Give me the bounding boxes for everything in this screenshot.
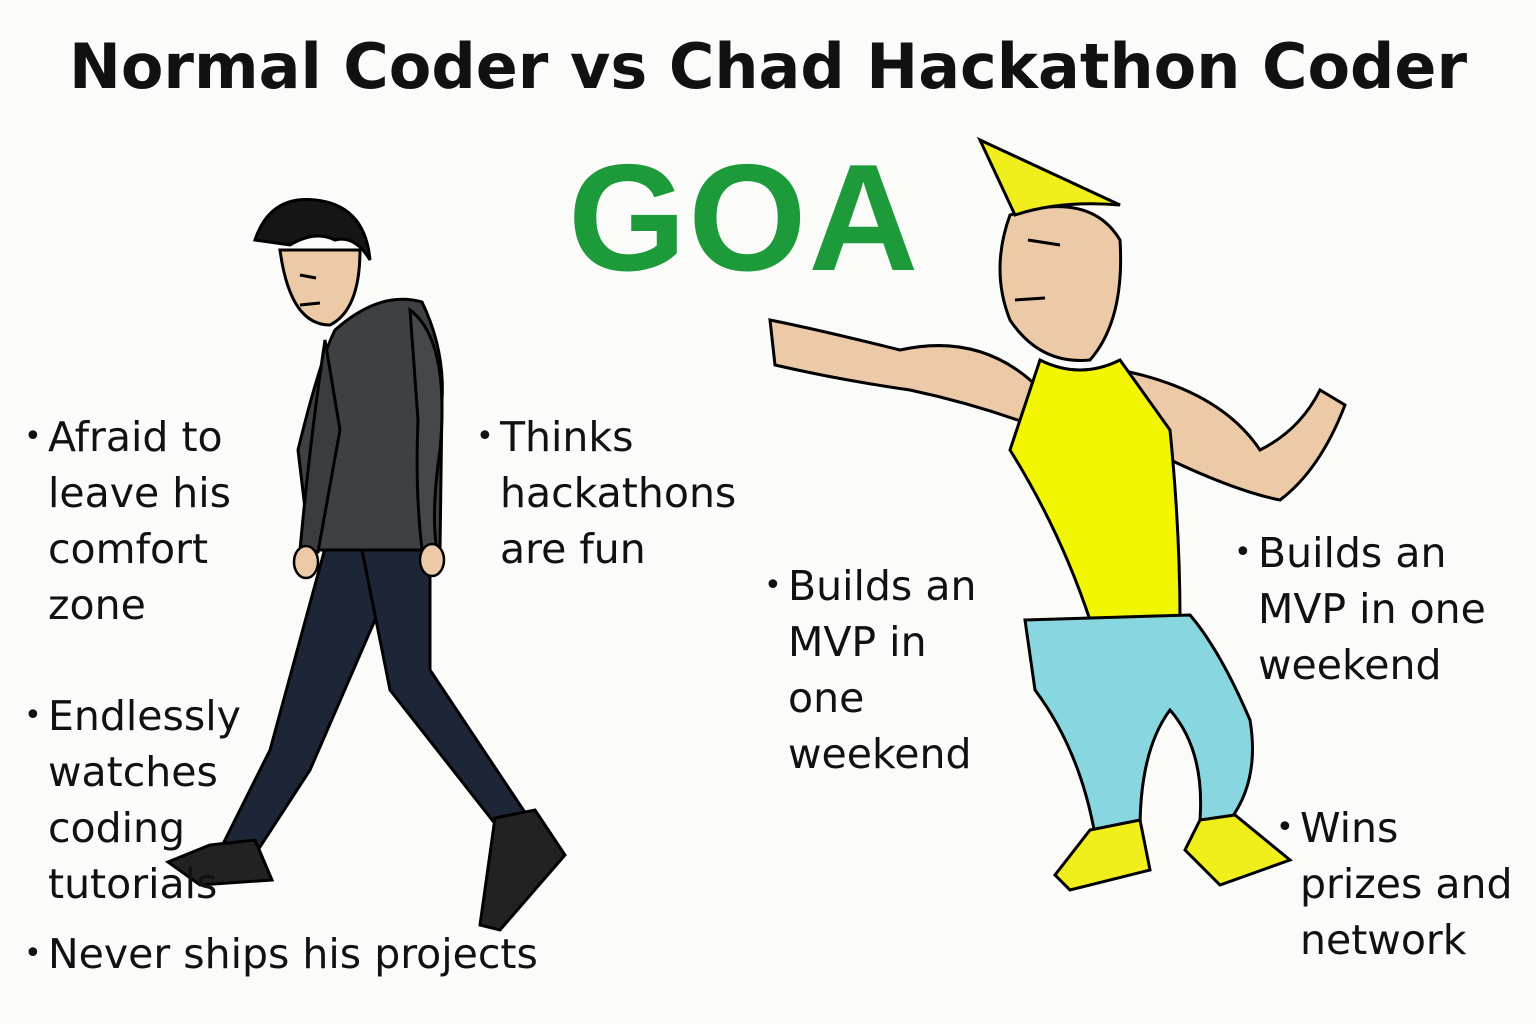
page-title: Normal Coder vs Chad Hackathon Coder [68,30,1468,103]
bullet-icon: • [24,419,42,454]
bullet-tutorials-text: Endlessly watches coding tutorials [48,692,241,908]
bullet-builds-mvp-right: • Builds an MVP in one weekend [1234,525,1508,693]
bullet-tutorials: • Endlessly watches coding tutorials [24,688,258,912]
bullet-never-ships: • Never ships his projects [24,926,588,982]
bullet-icon: • [476,419,494,454]
bullet-never-ships-text: Never ships his projects [48,930,538,978]
bullet-icon: • [24,698,42,733]
bullet-builds-mvp-center-text: Builds an MVP in one weekend [788,562,977,778]
bullet-comfort-zone: • Afraid to leave his comfort zone [24,409,263,633]
bullet-builds-mvp-center: • Builds an MVP in one weekend [764,558,983,782]
bullet-wins-prizes-text: Wins prizes and network [1300,804,1513,964]
bullet-comfort-zone-text: Afraid to leave his comfort zone [48,413,231,629]
bullet-icon: • [24,936,42,971]
bullet-builds-mvp-right-text: Builds an MVP in one weekend [1258,529,1486,689]
bullet-thinks-fun-text: Thinks hackathons are fun [500,413,737,573]
bullet-wins-prizes: • Wins prizes and network [1276,800,1515,968]
bullet-icon: • [1276,810,1294,845]
bullet-icon: • [764,568,782,603]
chad-coder-illustration [768,136,1347,892]
bullet-thinks-fun: • Thinks hackathons are fun [476,409,750,577]
bullet-icon: • [1234,535,1252,570]
